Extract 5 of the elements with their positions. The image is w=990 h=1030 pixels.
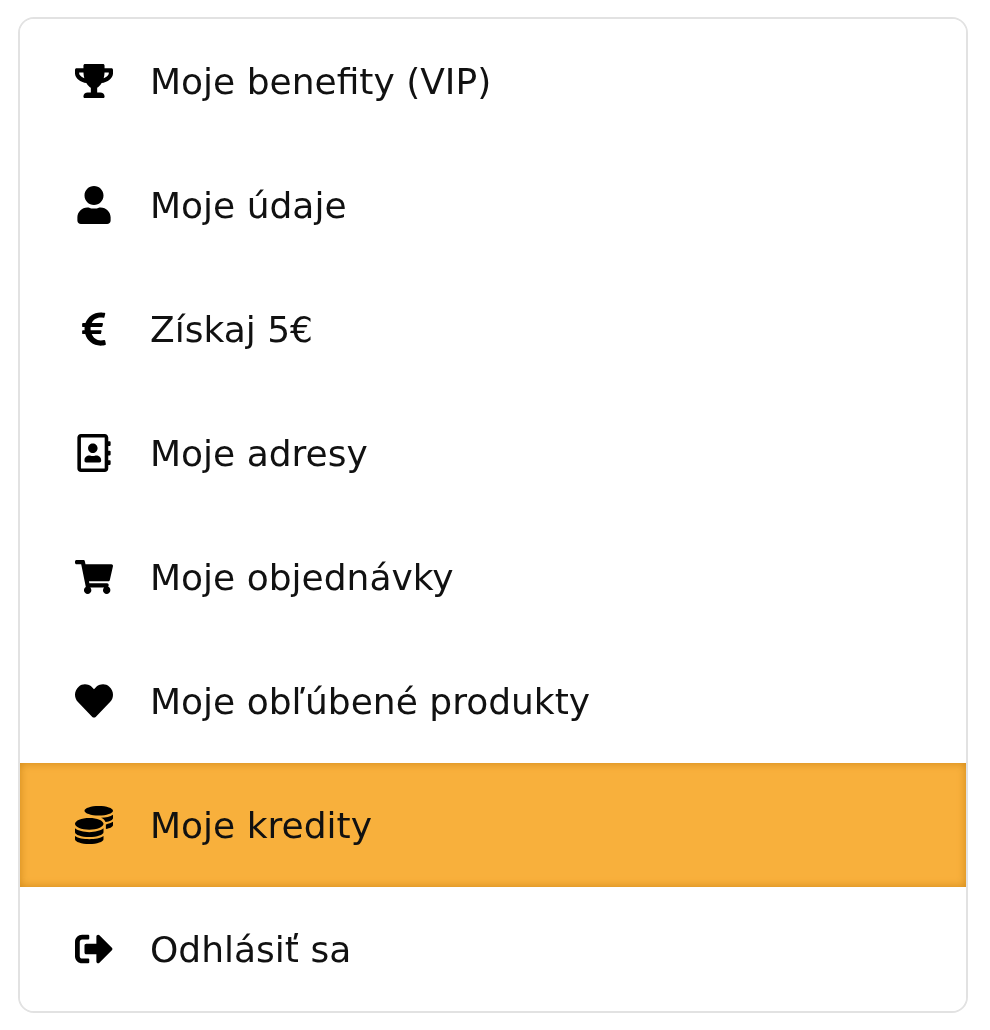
menu-item[interactable]: Moje kredity <box>20 763 966 887</box>
coins-icon <box>72 806 116 844</box>
heart-icon <box>72 682 116 720</box>
trophy-icon <box>72 62 116 100</box>
cart-icon <box>72 558 116 596</box>
